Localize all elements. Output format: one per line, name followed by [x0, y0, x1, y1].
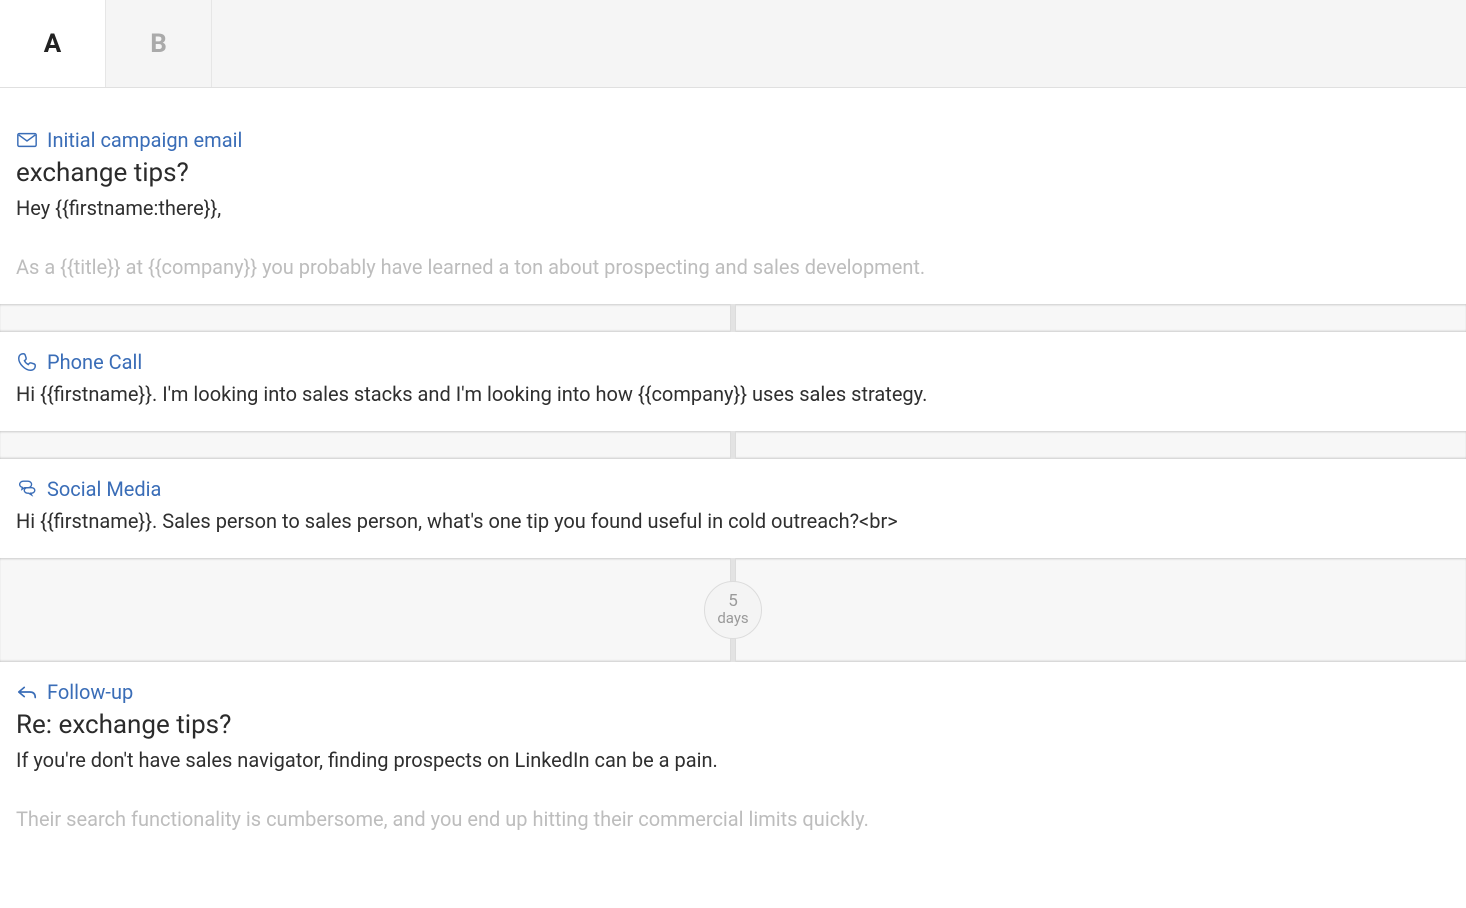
delay-badge[interactable]: 5 days — [704, 581, 762, 639]
tab-a[interactable]: A — [0, 0, 106, 87]
email-subject: Re: exchange tips? — [16, 710, 1450, 740]
sequence-delay-divider: 5 days — [0, 558, 1466, 662]
step-header: Initial campaign email — [16, 128, 1450, 152]
step-phone-call[interactable]: Phone Call Hi {{firstname}}. I'm looking… — [0, 332, 1466, 431]
chat-icon — [16, 478, 38, 500]
sequence-divider — [0, 304, 1466, 332]
step-follow-up[interactable]: Follow-up Re: exchange tips? If you're d… — [0, 662, 1466, 856]
email-body-line: Hey {{firstname:there}}, — [16, 194, 1450, 223]
tab-b[interactable]: B — [106, 0, 212, 87]
phone-icon — [16, 351, 38, 373]
step-type-label: Social Media — [47, 477, 161, 501]
step-type-label: Follow-up — [47, 680, 133, 704]
email-body-muted: Their search functionality is cumbersome… — [16, 805, 1450, 834]
email-body-muted: As a {{title}} at {{company}} you probab… — [16, 253, 1450, 282]
email-body-line: If you're don't have sales navigator, fi… — [16, 746, 1450, 775]
step-social-media[interactable]: Social Media Hi {{firstname}}. Sales per… — [0, 459, 1466, 558]
step-header: Social Media — [16, 477, 1450, 501]
sequence-content: Initial campaign email exchange tips? He… — [0, 88, 1466, 856]
tab-label: B — [150, 29, 167, 59]
variant-tabs: A B — [0, 0, 1466, 88]
tab-label: A — [44, 29, 61, 59]
step-type-label: Phone Call — [47, 350, 142, 374]
step-header: Follow-up — [16, 680, 1450, 704]
step-type-label: Initial campaign email — [47, 128, 242, 152]
step-initial-email[interactable]: Initial campaign email exchange tips? He… — [0, 88, 1466, 304]
social-message: Hi {{firstname}}. Sales person to sales … — [16, 507, 1450, 536]
reply-icon — [16, 681, 38, 703]
call-script: Hi {{firstname}}. I'm looking into sales… — [16, 380, 1450, 409]
email-subject: exchange tips? — [16, 158, 1450, 188]
sequence-divider — [0, 431, 1466, 459]
step-header: Phone Call — [16, 350, 1450, 374]
mail-icon — [16, 129, 38, 151]
delay-unit: days — [717, 611, 748, 627]
